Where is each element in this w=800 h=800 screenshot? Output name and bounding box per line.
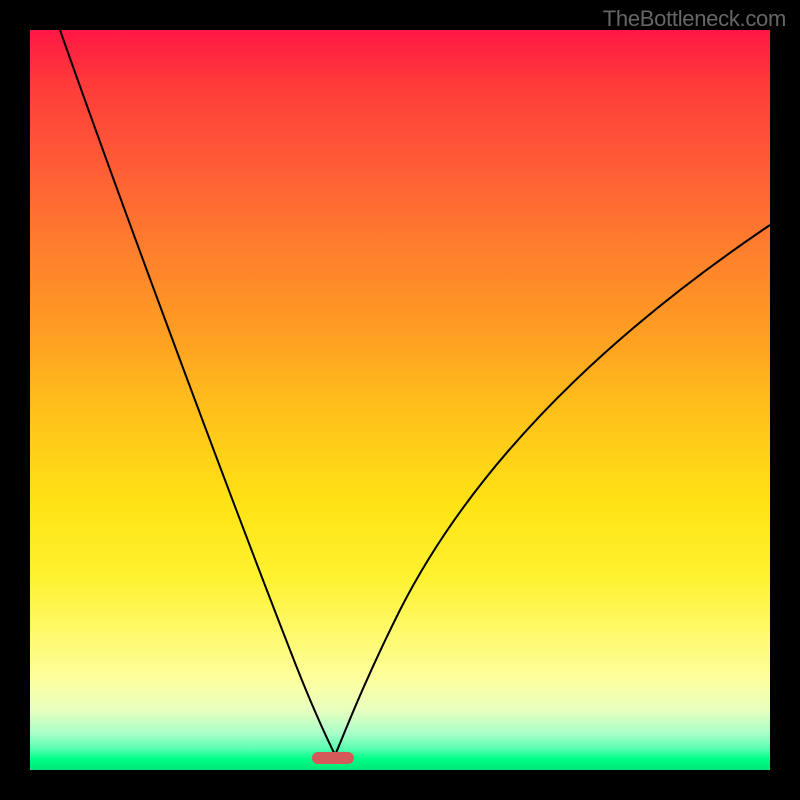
watermark-text: TheBottleneck.com bbox=[603, 6, 786, 32]
bottleneck-curve bbox=[60, 30, 770, 755]
optimal-point-marker bbox=[312, 752, 354, 764]
bottleneck-curve-svg bbox=[30, 30, 770, 770]
plot-area bbox=[30, 30, 770, 770]
